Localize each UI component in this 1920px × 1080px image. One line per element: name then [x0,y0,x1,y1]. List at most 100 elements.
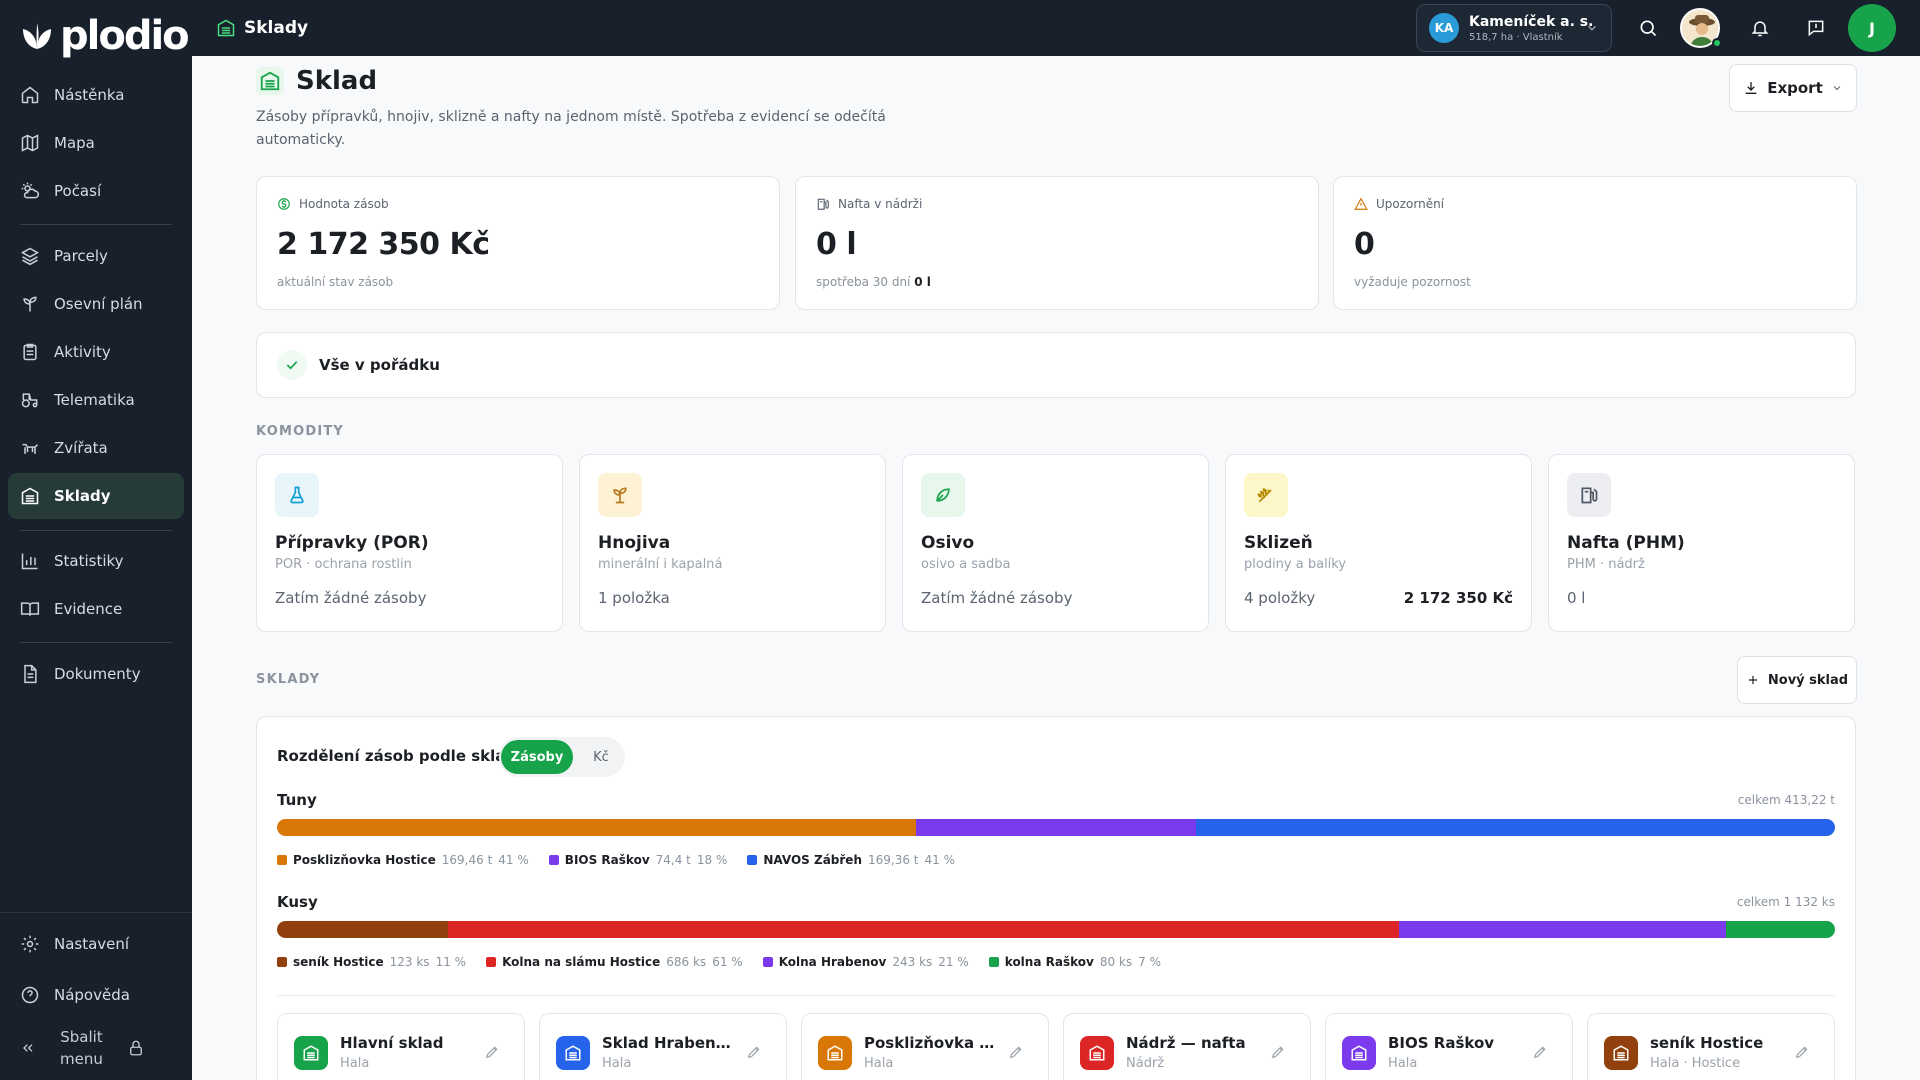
feedback-button[interactable] [1804,16,1828,40]
stat-sub-value: 0 l [914,275,931,289]
bar-segment [277,819,916,836]
legend-percent: 11 % [435,955,467,969]
help-icon [21,986,39,1004]
message-flag-icon [1808,20,1824,37]
sidebar-item-evidence[interactable]: Evidence [8,586,184,632]
user-avatar[interactable]: J [1848,4,1896,52]
section-title-commodities: KOMODITY [256,424,345,439]
leaf-logo-icon [23,23,51,49]
legend-swatch [277,957,287,967]
edit-icon[interactable] [1008,1044,1024,1064]
warehouse-name: Sklad Hraben… [602,1034,731,1052]
company-switcher[interactable]: KA Kameníček a. s. 518,7 ha · Vlastník [1416,4,1612,52]
animal-icon [22,443,39,454]
tractor-icon [21,393,38,408]
lock-icon[interactable] [127,1039,145,1057]
edit-icon[interactable] [746,1044,762,1064]
warehouse-card[interactable]: Sklad Hraben… Hala [539,1013,787,1080]
stat-value: 0 l [816,227,857,262]
sidebar-item-label: Aktivity [54,343,111,361]
sidebar-item-osevni-plan[interactable]: Osevní plán [8,281,184,327]
legend-percent: 7 % [1138,955,1161,969]
plodio-logo[interactable]: plodio [20,14,190,58]
legend-swatch [277,855,287,865]
commodity-card-osivo[interactable]: Osivo osivo a sadba Zatím žádné zásoby [902,454,1209,632]
legend-name: BIOS Raškov [564,853,650,867]
warehouse-name: Hlavní sklad [340,1034,444,1052]
warehouse-icon [217,19,235,37]
warehouse-card[interactable]: Nádrž — nafta Nádrž [1063,1013,1311,1080]
commodity-title: Přípravky (POR) [275,533,429,553]
nav-divider [20,642,172,643]
warehouse-type: Hala [864,1056,894,1071]
company-name: Kameníček a. s. [1469,13,1594,30]
bar-chart-icon [21,553,38,570]
sidebar-item-nastaveni[interactable]: Nastavení [8,921,184,967]
legend-kusy: seník Hostice 123 ks 11 % Kolna na slámu Ho… [277,955,1161,969]
legend-quantity: 243 ks [892,955,933,969]
commodity-subtitle: PHM · nádrž [1567,557,1645,572]
legend-name: seník Hostice [293,955,384,969]
commodity-card-por[interactable]: Přípravky (POR) POR · ochrana rostlin Za… [256,454,563,632]
seed-icon [921,473,965,517]
stat-sub-text: aktuální stav zásob [277,275,394,289]
stat-label-text: Nafta v nádrži [838,197,923,211]
gear-icon [21,935,39,953]
current-page: Sklady [216,0,308,56]
stat-sub-text: vyžaduje pozornost [1354,275,1471,289]
weather-icon [21,182,39,199]
legend-swatch [762,957,773,967]
sidebar-item-label: Počasí [54,182,102,200]
commodity-card-sklizen[interactable]: Sklizeň plodiny a balíky 4 položky 2 172… [1225,454,1532,632]
sidebar-item-sklady[interactable]: Sklady [8,473,184,519]
notifications-button[interactable] [1748,16,1772,40]
search-button[interactable] [1636,16,1660,40]
legend-percent: 21 % [938,955,969,969]
warehouse-name: Posklizňovka … [864,1034,995,1052]
legend-item: kolna Raškov 80 ks 7 % [988,955,1161,969]
stock-distribution-panel: Rozdělení zásob podle skladů Zásoby Kč T… [256,716,1856,1080]
warehouse-name: Nádrž — nafta [1126,1034,1246,1052]
legend-swatch [747,855,758,865]
edit-icon[interactable] [1270,1044,1286,1064]
main-content: Sklad Zásoby přípravků, hnojiv, sklizně … [192,56,1920,1080]
commodity-subtitle: minerální i kapalná [598,557,723,572]
collapse-menu-button[interactable]: Sbalit menu [0,1020,192,1076]
warehouse-card[interactable]: Hlavní sklad Hala [277,1013,525,1080]
sidebar-item-parcely[interactable]: Parcely [8,233,184,279]
stat-card-fuel: Nafta v nádrži 0 l spotřeba 30 dní 0 l [795,176,1319,310]
flask-icon [275,473,319,517]
warehouse-card[interactable]: Posklizňovka … Hala [801,1013,1049,1080]
book-icon [20,602,40,616]
toggle-stock[interactable]: Zásoby [501,740,573,774]
edit-icon[interactable] [1794,1044,1810,1064]
toggle-czk[interactable]: Kč [583,740,619,774]
sidebar-item-zvirata[interactable]: Zvířata [8,425,184,471]
warehouse-card[interactable]: BIOS Raškov Hala [1325,1013,1573,1080]
sidebar-item-mapa[interactable]: Mapa [8,120,184,166]
commodity-card-hnojiva[interactable]: Hnojiva minerální i kapalná 1 položka [579,454,886,632]
warehouse-type: Hala [1388,1056,1418,1071]
sidebar-item-aktivity[interactable]: Aktivity [8,329,184,375]
fuel-icon [817,198,829,210]
sidebar-item-pocasi[interactable]: Počasí [8,168,184,214]
commodity-title: Sklizeň [1244,533,1313,553]
legend-quantity: 686 ks [666,955,707,969]
warehouse-card[interactable]: seník Hostice Hala · Hostice [1587,1013,1835,1080]
export-button[interactable]: Export [1729,64,1857,112]
edit-icon[interactable] [484,1044,500,1064]
legend-item: Kolna Hrabenov 243 ks 21 % [762,955,969,969]
new-warehouse-button[interactable]: Nový sklad [1737,656,1857,704]
sidebar-item-napoveda[interactable]: Nápověda [8,972,184,1018]
edit-icon[interactable] [1532,1044,1548,1064]
stat-label: Nafta v nádrži [816,197,922,211]
commodity-card-nafta[interactable]: Nafta (PHM) PHM · nádrž 0 l [1548,454,1855,632]
stat-sub-text: spotřeba 30 dní [816,275,915,289]
sidebar-item-statistiky[interactable]: Statistiky [8,538,184,584]
status-text: Vše v pořádku [319,356,440,374]
sidebar-item-telematika[interactable]: Telematika [8,377,184,423]
sidebar-item-nastenka[interactable]: Nástěnka [8,72,184,118]
warehouse-type: Nádrž [1126,1056,1165,1071]
group-total-kusy: celkem 1 132 ks [1736,895,1835,909]
sidebar-item-dokumenty[interactable]: Dokumenty [8,651,184,697]
